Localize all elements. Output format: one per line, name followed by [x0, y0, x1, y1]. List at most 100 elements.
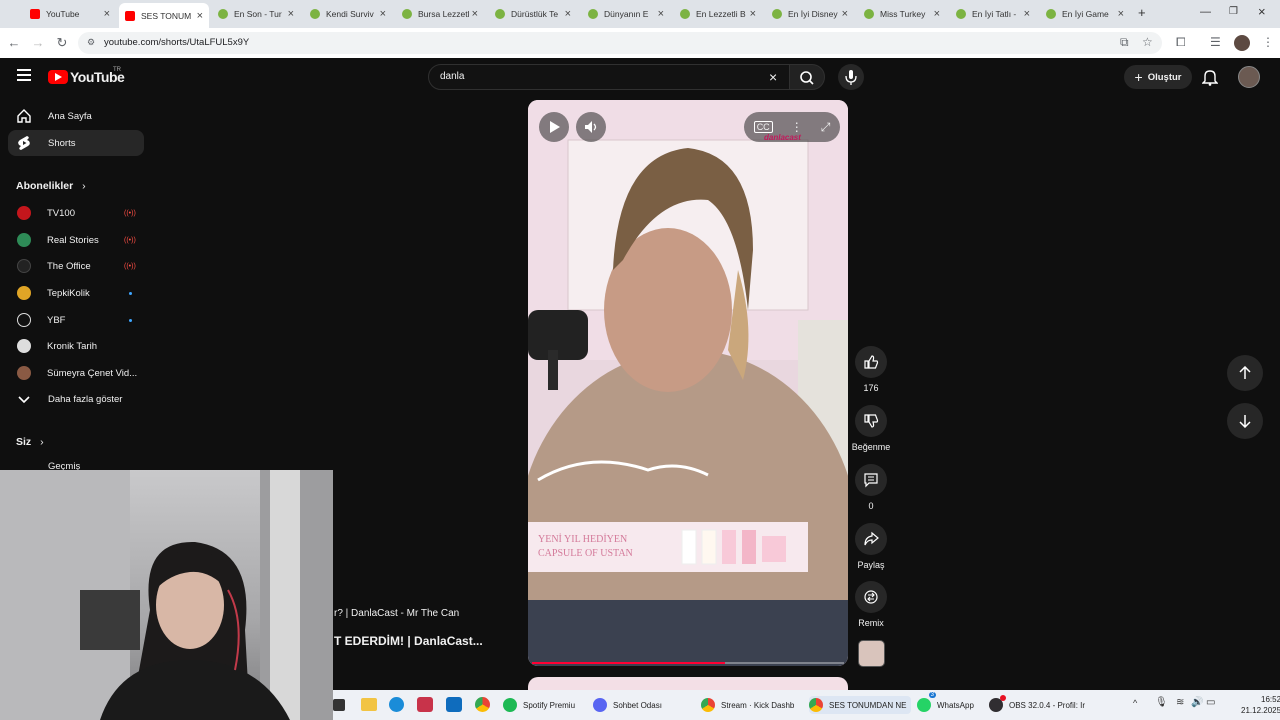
browser-tab[interactable]: Dünyanın E ×	[582, 4, 670, 24]
file-explorer-icon[interactable]	[361, 698, 377, 711]
url-field[interactable]: ⚙ youtube.com/shorts/UtaLFUL5x9Y	[78, 32, 1162, 54]
close-window-icon[interactable]: ×	[1258, 4, 1266, 19]
dislike-button[interactable]: Beğenme	[851, 405, 891, 452]
remix-button[interactable]: Remix	[851, 581, 891, 628]
forward-icon[interactable]: →	[30, 35, 46, 50]
sidebar-subscription-the-office[interactable]: The Office ((•))	[8, 253, 144, 279]
app-icon[interactable]	[417, 697, 433, 712]
sidebar-subscription-real-stories[interactable]: Real Stories ((•))	[8, 227, 144, 253]
wifi-icon[interactable]: ≋	[1176, 697, 1184, 708]
taskbar-item-spotify[interactable]: Spotify Premiu	[503, 696, 575, 714]
reload-icon[interactable]: ↻	[54, 35, 70, 51]
share-label: Paylaş	[857, 560, 885, 570]
notifications-bell-icon[interactable]	[1201, 68, 1219, 91]
browser-tab[interactable]: En Son - Tur ×	[212, 4, 300, 24]
account-avatar[interactable]	[1238, 66, 1260, 88]
browser-tab[interactable]: En İyi Tatlı - ×	[950, 4, 1036, 24]
taskbar-item-active-window[interactable]: SES TONUMDAN NE	[809, 696, 911, 714]
sidebar-subscription-tv100[interactable]: TV100 ((•))	[8, 200, 144, 226]
browser-tab[interactable]: En İyi Game ×	[1040, 4, 1130, 24]
chrome-icon[interactable]	[475, 697, 490, 712]
close-tab-icon[interactable]: ×	[842, 8, 848, 20]
home-icon	[16, 108, 32, 124]
close-tab-icon[interactable]: ×	[472, 8, 478, 20]
minimize-icon[interactable]: —	[1200, 6, 1211, 18]
more-options-icon[interactable]: ⋮	[791, 120, 803, 134]
close-tab-icon[interactable]: ×	[934, 8, 940, 20]
shorts-video-player[interactable]: CC ⋮ ⤢ danlacast YENİ YIL HEDİYEN CAPSUL…	[528, 100, 848, 666]
tray-overflow-icon[interactable]: ^	[1133, 698, 1137, 708]
back-icon[interactable]: ←	[6, 35, 22, 50]
youtube-logo-icon[interactable]	[48, 70, 68, 84]
like-button[interactable]: 176	[851, 346, 891, 393]
sidebar-item-shorts[interactable]: Shorts	[8, 130, 144, 156]
spotify-icon	[503, 698, 517, 712]
browser-tab-active[interactable]: SES TONUM ×	[119, 3, 209, 28]
taskbar-item-whatsapp[interactable]: 3 WhatsApp	[917, 692, 974, 714]
next-short-button[interactable]	[1227, 403, 1263, 439]
maximize-icon[interactable]: ❐	[1229, 6, 1238, 17]
microphone-tray-icon[interactable]: 🎙	[1155, 697, 1168, 708]
taskbar-item-kick[interactable]: Stream · Kick Dashb	[701, 696, 794, 714]
hamburger-menu-icon[interactable]	[17, 69, 31, 81]
previous-short-button[interactable]	[1227, 355, 1263, 391]
sidebar-subscription-tepkikolik[interactable]: TepkiKolik	[8, 280, 144, 306]
volume-tray-icon[interactable]: 🔊	[1191, 697, 1203, 708]
short-title-partial-bold[interactable]: T EDERDİM! | DanlaCast...	[334, 634, 483, 648]
close-tab-icon[interactable]: ×	[658, 8, 664, 20]
you-section-heading[interactable]: Siz ›	[16, 436, 44, 448]
media-control-icon[interactable]: ☰	[1210, 35, 1221, 49]
browser-tab[interactable]: YouTube ×	[24, 4, 116, 24]
outlook-icon[interactable]	[446, 697, 462, 712]
browser-tab[interactable]: En Lezzetli B ×	[674, 4, 762, 24]
voice-search-button[interactable]	[838, 64, 864, 90]
close-tab-icon[interactable]: ×	[750, 8, 756, 20]
close-tab-icon[interactable]: ×	[288, 8, 294, 20]
profile-avatar[interactable]	[1234, 35, 1250, 51]
taskbar-item-discord[interactable]: Sohbet Odası	[593, 696, 662, 714]
close-tab-icon[interactable]: ×	[1118, 8, 1124, 20]
clear-search-icon[interactable]: ×	[769, 69, 777, 85]
audio-thumbnail[interactable]	[858, 640, 885, 667]
browser-tab[interactable]: Dürüstlük Te ×	[489, 4, 577, 24]
browser-tab[interactable]: Kendi Surviv ×	[304, 4, 392, 24]
browser-tab[interactable]: En İyi Disney ×	[766, 4, 854, 24]
close-tab-icon[interactable]: ×	[104, 8, 110, 20]
extensions-icon[interactable]: ⧠	[1176, 35, 1186, 50]
create-button[interactable]: + Oluştur	[1124, 65, 1192, 89]
close-tab-icon[interactable]: ×	[197, 10, 203, 22]
battery-icon[interactable]: ▭	[1206, 697, 1215, 708]
edge-browser-icon[interactable]	[389, 697, 404, 712]
subscriptions-heading[interactable]: Abonelikler ›	[16, 180, 86, 192]
next-short-preview[interactable]	[528, 677, 848, 691]
browser-menu-icon[interactable]: ⋮	[1262, 35, 1274, 49]
sidebar-subscription-ybf[interactable]: YBF	[8, 307, 144, 333]
close-tab-icon[interactable]: ×	[380, 8, 386, 20]
clock[interactable]: 16:52 21.12.2025	[1241, 694, 1280, 716]
comments-button[interactable]: 0	[851, 464, 891, 511]
search-input[interactable]: danla ×	[428, 64, 790, 90]
taskbar-item-obs[interactable]: OBS 32.0.4 - Profil: Ir	[989, 695, 1085, 714]
play-button[interactable]	[539, 112, 569, 142]
volume-button[interactable]	[576, 112, 606, 142]
short-title-partial[interactable]: r? | DanlaCast - Mr The Can	[334, 608, 459, 619]
site-info-icon[interactable]: ⚙	[87, 37, 95, 48]
fullscreen-icon[interactable]: ⤢	[821, 120, 831, 135]
share-button[interactable]: Paylaş	[851, 523, 891, 570]
sidebar-item-home[interactable]: Ana Sayfa	[8, 103, 144, 129]
captions-icon[interactable]: CC	[753, 121, 773, 133]
browser-tab[interactable]: Bursa Lezzetl ×	[396, 4, 484, 24]
bookmark-star-icon[interactable]: ☆	[1142, 35, 1153, 49]
close-tab-icon[interactable]: ×	[565, 8, 571, 20]
sidebar-show-more[interactable]: Daha fazla göster	[8, 386, 144, 412]
video-progress-bar[interactable]	[532, 662, 844, 664]
install-app-icon[interactable]: ⧉	[1120, 35, 1129, 50]
new-tab-icon[interactable]: +	[1138, 5, 1146, 20]
task-view-icon[interactable]	[333, 699, 345, 711]
channel-avatar	[17, 313, 31, 327]
sidebar-subscription-sumeyra-cenet[interactable]: Sümeyra Çenet Vid...	[8, 360, 144, 386]
browser-tab[interactable]: Miss Turkey ×	[858, 4, 946, 24]
close-tab-icon[interactable]: ×	[1024, 8, 1030, 20]
search-button[interactable]	[789, 64, 825, 90]
sidebar-subscription-kronik-tarih[interactable]: Kronik Tarih	[8, 333, 144, 359]
